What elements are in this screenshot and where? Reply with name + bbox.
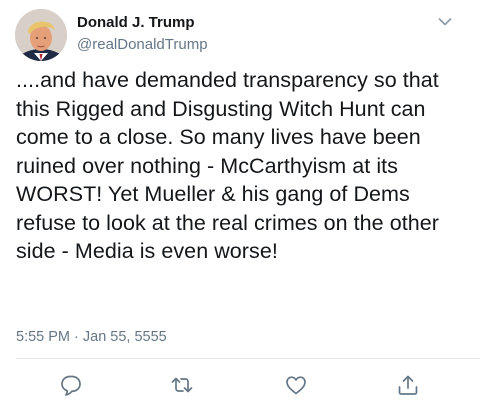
- share-button[interactable]: [396, 373, 420, 397]
- reply-button[interactable]: [59, 373, 83, 397]
- like-button[interactable]: [284, 373, 308, 397]
- chevron-down-icon[interactable]: [438, 14, 452, 26]
- tweet-header: Donald J. Trump @realDonaldTrump: [77, 14, 208, 54]
- tweet-timestamp[interactable]: 5:55 PM · Jan 55, 5555: [16, 328, 167, 346]
- reply-icon: [61, 375, 81, 396]
- tweet-card: Donald J. Trump @realDonaldTrump ....and…: [0, 0, 480, 410]
- share-icon: [398, 375, 418, 395]
- profile-photo: [15, 9, 67, 61]
- tweet-text: ....and have demanded transparency so th…: [16, 68, 439, 263]
- avatar[interactable]: [15, 9, 67, 61]
- retweet-icon: [171, 377, 193, 393]
- retweet-button[interactable]: [170, 373, 194, 397]
- heart-icon: [286, 376, 306, 395]
- user-handle[interactable]: @realDonaldTrump: [77, 36, 208, 54]
- divider: [16, 358, 480, 359]
- display-name[interactable]: Donald J. Trump: [77, 14, 208, 32]
